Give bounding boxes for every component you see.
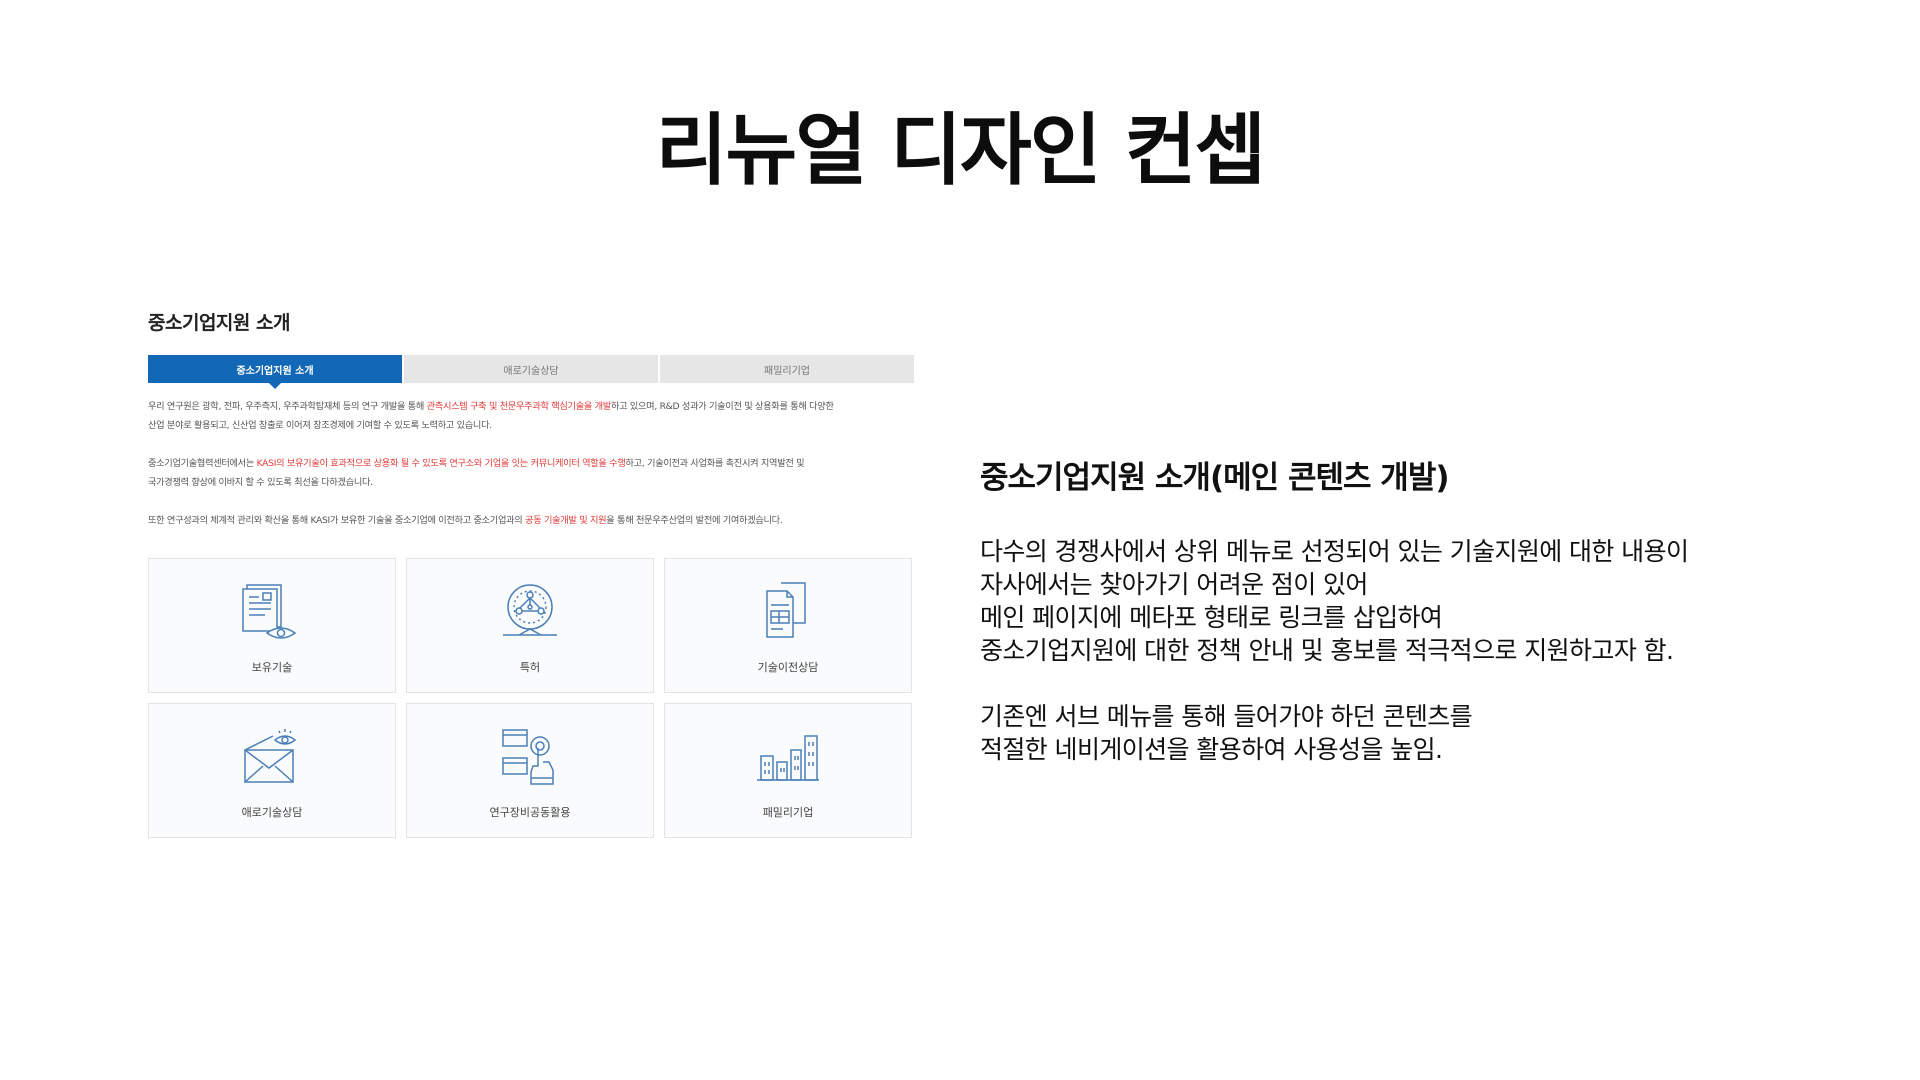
intro-paragraph-3: 또한 연구성과의 체계적 관리와 확산을 통해 KASI가 보유한 기술을 중소… xyxy=(148,511,914,530)
description-panel: 중소기업지원 소개(메인 콘텐츠 개발) 다수의 경쟁사에서 상위 메뉴로 선정… xyxy=(980,452,1840,766)
touch-equipment-icon xyxy=(502,729,554,785)
para2-text-b: 하고, 기술이전과 사업화를 촉진시켜 지역발전 및 xyxy=(625,458,805,469)
card-patent[interactable]: 특허 xyxy=(406,558,654,693)
card-tech-transfer[interactable]: 기술이전상담 xyxy=(664,558,912,693)
para2-text-c: 국가경쟁력 향상에 이바지 할 수 있도록 최선을 다하겠습니다. xyxy=(148,477,373,488)
globe-network-icon xyxy=(503,584,557,636)
para1-text-a: 우리 연구원은 광학, 전파, 우주측지, 우주과학탑재체 등의 연구 개발을 … xyxy=(148,401,427,412)
para2-highlight: KASI의 보유기술이 효과적으로 상용화 될 수 있도록 연구소와 기업을 잇… xyxy=(256,458,626,469)
card-owned-tech[interactable]: 보유기술 xyxy=(148,558,396,693)
description-line: 자사에서는 찾아가기 어려운 점이 있어 xyxy=(980,570,1368,599)
slide-title: 리뉴얼 디자인 컨셉 xyxy=(655,106,1266,196)
para1-highlight: 관측시스템 구축 및 천문우주과학 핵심기술을 개발 xyxy=(426,401,612,412)
description-line: 적절한 네비게이션을 활용하여 사용성을 높임. xyxy=(980,735,1443,764)
tab-sme-intro[interactable]: 중소기업지원 소개 xyxy=(148,355,404,389)
para3-text-b: 을 통해 천문우주산업의 발전에 기여하겠습니다. xyxy=(606,515,783,526)
page-heading: 중소기업지원 소개 xyxy=(148,312,290,334)
para1-text-b: 하고 있으며, R&D 성과가 기술이전 및 상용화를 통해 다양한 xyxy=(610,401,834,412)
description-line: 기존엔 서브 메뉴를 통해 들어가야 하던 콘텐츠를 xyxy=(980,702,1473,731)
tab-bar: 중소기업지원 소개 애로기술상담 패밀리기업 xyxy=(148,355,914,389)
card-label: 기술이전상담 xyxy=(757,661,819,674)
buildings-icon xyxy=(757,735,819,781)
card-label: 패밀리기업 xyxy=(762,806,814,819)
card-label: 애로기술상담 xyxy=(241,806,303,819)
para3-text-a: 또한 연구성과의 체계적 관리와 확산을 통해 KASI가 보유한 기술을 중소… xyxy=(148,515,526,526)
documents-transfer-icon xyxy=(766,582,806,638)
description-line: 다수의 경쟁사에서 상위 메뉴로 선정되어 있는 기술지원에 대한 내용이 xyxy=(980,537,1689,566)
card-label: 특허 xyxy=(519,661,541,674)
para1-text-c: 산업 분야로 활용되고, 신산업 창출로 이어져 창조경제에 기여할 수 있도록… xyxy=(148,420,492,431)
card-tech-consulting[interactable]: 애로기술상담 xyxy=(148,703,396,838)
description-title: 중소기업지원 소개(메인 콘텐츠 개발) xyxy=(980,460,1450,496)
para2-text-a: 중소기업기술협력센터에서는 xyxy=(148,458,257,469)
card-equipment-sharing[interactable]: 연구장비공동활용 xyxy=(406,703,654,838)
card-label: 연구장비공동활용 xyxy=(489,806,571,819)
card-label: 보유기술 xyxy=(251,661,293,674)
service-card-grid: 보유기술 특허 기술이전상담 애로기술상담 연구장비공동활용 패밀리기업 xyxy=(148,558,914,838)
document-eye-icon xyxy=(242,584,297,639)
tab-family-company[interactable]: 패밀리기업 xyxy=(660,355,914,383)
description-line: 메인 페이지에 메타포 형태로 링크를 삽입하여 xyxy=(980,603,1443,632)
tab-tech-consulting[interactable]: 애로기술상담 xyxy=(404,355,660,383)
envelope-eye-icon xyxy=(244,729,297,783)
intro-paragraph-2: 중소기업기술협력센터에서는 KASI의 보유기술이 효과적으로 상용화 될 수 … xyxy=(148,454,914,492)
page-screenshot-mock: 중소기업지원 소개 중소기업지원 소개 애로기술상담 패밀리기업 우리 연구원은… xyxy=(148,308,914,838)
card-family-company[interactable]: 패밀리기업 xyxy=(664,703,912,838)
intro-paragraph-1: 우리 연구원은 광학, 전파, 우주측지, 우주과학탑재체 등의 연구 개발을 … xyxy=(148,397,914,435)
description-line: 중소기업지원에 대한 정책 안내 및 홍보를 적극적으로 지원하고자 함. xyxy=(980,636,1674,665)
para3-highlight: 공동 기술개발 및 지원 xyxy=(525,515,607,526)
